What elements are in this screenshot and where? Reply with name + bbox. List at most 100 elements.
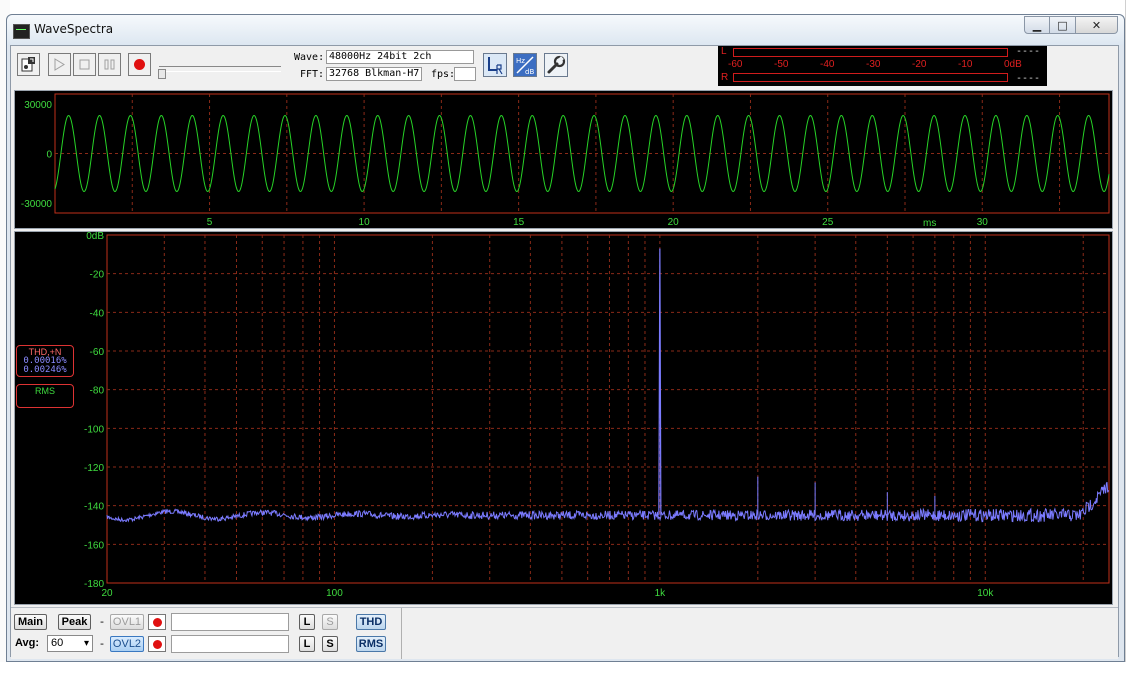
settings-button[interactable]: [544, 53, 568, 77]
channel-lr-icon: [488, 57, 503, 75]
stop-icon: [79, 59, 90, 70]
fps-label: fps:: [431, 69, 456, 80]
spectrum-x-tick-label: 20: [101, 588, 113, 599]
scale-settings-button[interactable]: Hz dB: [513, 53, 537, 77]
meter-left-label: L: [721, 46, 727, 57]
spectrum-chart: 0dB-20-40-60-80-100-120-140-160-18020 100…: [84, 231, 1110, 599]
spectrum-y-tick-label: -100: [84, 424, 104, 435]
control-divider: [401, 608, 402, 659]
spectrum-y-tick-label: -40: [90, 308, 105, 319]
control-panel: Main Peak - OVL1 L S Avg: 60 - OVL2 L S …: [11, 607, 1118, 659]
rms-button[interactable]: RMS: [356, 636, 386, 652]
ovl1-save-button[interactable]: S: [322, 614, 338, 630]
wave-y-tick-label: -30000: [21, 199, 53, 210]
main-button[interactable]: Main: [14, 614, 47, 630]
toolbar: Wave: 48000Hz 24bit 2ch FFT: 32768 Blkma…: [11, 46, 1118, 86]
channel-lr-button[interactable]: [483, 53, 507, 77]
record-icon: [152, 617, 162, 627]
meter-scale-label: 0dB: [1004, 59, 1022, 70]
spectrum-y-tick-label: -60: [90, 347, 105, 358]
wave-x-tick-label: 30: [977, 217, 989, 228]
spectrum-y-tick-label: 0dB: [86, 232, 104, 242]
spectrum-y-tick-label: -120: [84, 463, 104, 474]
ovl2-load-button[interactable]: L: [299, 636, 315, 652]
wave-format-field: 48000Hz 24bit 2ch: [326, 50, 474, 64]
background-bottom: [0, 662, 1145, 682]
open-file-button[interactable]: [17, 53, 40, 76]
background-window-edge: [1125, 0, 1145, 682]
ovl1-name-field[interactable]: [171, 613, 289, 631]
ovl1-separator: -: [100, 615, 104, 628]
spectrum-plot-frame: [106, 234, 1110, 584]
meter-right-label: R: [721, 72, 729, 83]
ovl2-record-button[interactable]: [148, 636, 166, 652]
thd-button[interactable]: THD: [356, 614, 386, 630]
pause-icon: [104, 59, 115, 70]
wave-y-tick-label: 0: [46, 150, 52, 161]
record-icon: [134, 59, 145, 70]
stop-button[interactable]: [73, 53, 96, 76]
spectrum-x-tick-label: 100: [326, 588, 343, 599]
peak-button[interactable]: Peak: [58, 614, 91, 630]
spectrum-x-tick-label: 1k: [655, 588, 667, 599]
svg-text:dB: dB: [525, 68, 534, 76]
ovl2-button[interactable]: OVL2: [110, 636, 144, 652]
avg-select-value: 60: [51, 637, 64, 649]
meter-scale-label: -50: [774, 59, 789, 70]
waveform-plot[interactable]: 30000 0 -30000 5 10 15 20 25 30 ms: [14, 90, 1113, 229]
wave-x-unit-label: ms: [923, 218, 936, 228]
play-icon: [54, 58, 65, 71]
record-button[interactable]: [128, 53, 151, 76]
wave-label: Wave:: [294, 52, 325, 63]
ovl1-button[interactable]: OVL1: [110, 614, 144, 630]
spectrum-plot[interactable]: 0dB -20 -40 -60 -80 -100 -120 -140 -160 -180 20 100…: [14, 231, 1113, 605]
meter-left-value: ----: [1016, 46, 1041, 57]
window-title: WaveSpectra: [34, 22, 114, 36]
meter-left-bar: [733, 48, 1008, 57]
meter-scale-label: -40: [820, 59, 835, 70]
ovl2-name-field[interactable]: [171, 635, 289, 653]
play-button[interactable]: [48, 53, 71, 76]
fps-field: [454, 67, 476, 81]
fft-setting-field[interactable]: 32768 Blkman-H7: [326, 67, 422, 81]
wrench-icon: [547, 55, 566, 74]
wave-x-tick-label: 10: [359, 217, 371, 228]
level-meter: L ---- -60 -50 -40 -30 -20 -10 0dB R ----: [718, 46, 1047, 86]
svg-text:Hz: Hz: [516, 57, 525, 65]
maximize-button[interactable]: □: [1050, 16, 1076, 34]
thd-readout[interactable]: THD,+N 0.00016% 0.00246%: [16, 345, 74, 377]
minimize-button[interactable]: ▁: [1024, 16, 1050, 34]
avg-label: Avg:: [15, 637, 40, 649]
fft-label: FFT:: [300, 69, 325, 80]
open-file-icon: [21, 57, 35, 72]
spectrum-y-tick-label: -140: [84, 502, 104, 513]
rms-readout[interactable]: RMS: [16, 384, 74, 408]
meter-scale-label: -60: [728, 59, 743, 70]
avg-select[interactable]: 60: [47, 635, 93, 652]
hz-db-scale-icon: Hz dB: [515, 55, 535, 76]
close-button[interactable]: ✕: [1076, 16, 1118, 34]
waveform-chart: 30000 0 -30000 5 10 15 20 25 30 ms: [21, 93, 1110, 229]
meter-scale-label: -10: [958, 59, 973, 70]
ovl2-save-button[interactable]: S: [322, 636, 338, 652]
app-icon[interactable]: [13, 24, 30, 39]
wave-y-tick-label: 30000: [24, 100, 52, 111]
wave-x-tick-label: 25: [822, 217, 834, 228]
title-bar[interactable]: WaveSpectra ▁ □ ✕: [7, 15, 1124, 45]
wave-x-tick-label: 5: [207, 217, 213, 228]
ovl1-record-button[interactable]: [148, 614, 166, 630]
spectrum-noise-trace: [106, 481, 1110, 523]
ovl1-load-button[interactable]: L: [299, 614, 315, 630]
pause-button[interactable]: [98, 53, 121, 76]
meter-right-bar: [733, 73, 1008, 82]
thd-readout-value-2: 0.00246%: [23, 365, 67, 375]
spectrum-x-tick-label: 10k: [977, 588, 994, 599]
position-slider-track[interactable]: [159, 66, 281, 72]
wave-x-tick-label: 20: [668, 217, 680, 228]
meter-scale-label: -20: [912, 59, 927, 70]
wavespectra-window: WaveSpectra ▁ □ ✕ Wave: 48000Hz 24bit 2c…: [6, 14, 1125, 662]
position-slider-thumb[interactable]: [158, 69, 166, 79]
spectrum-y-tick-label: -80: [90, 386, 105, 397]
meter-scale-label: -30: [866, 59, 881, 70]
ovl2-separator: -: [100, 637, 104, 650]
